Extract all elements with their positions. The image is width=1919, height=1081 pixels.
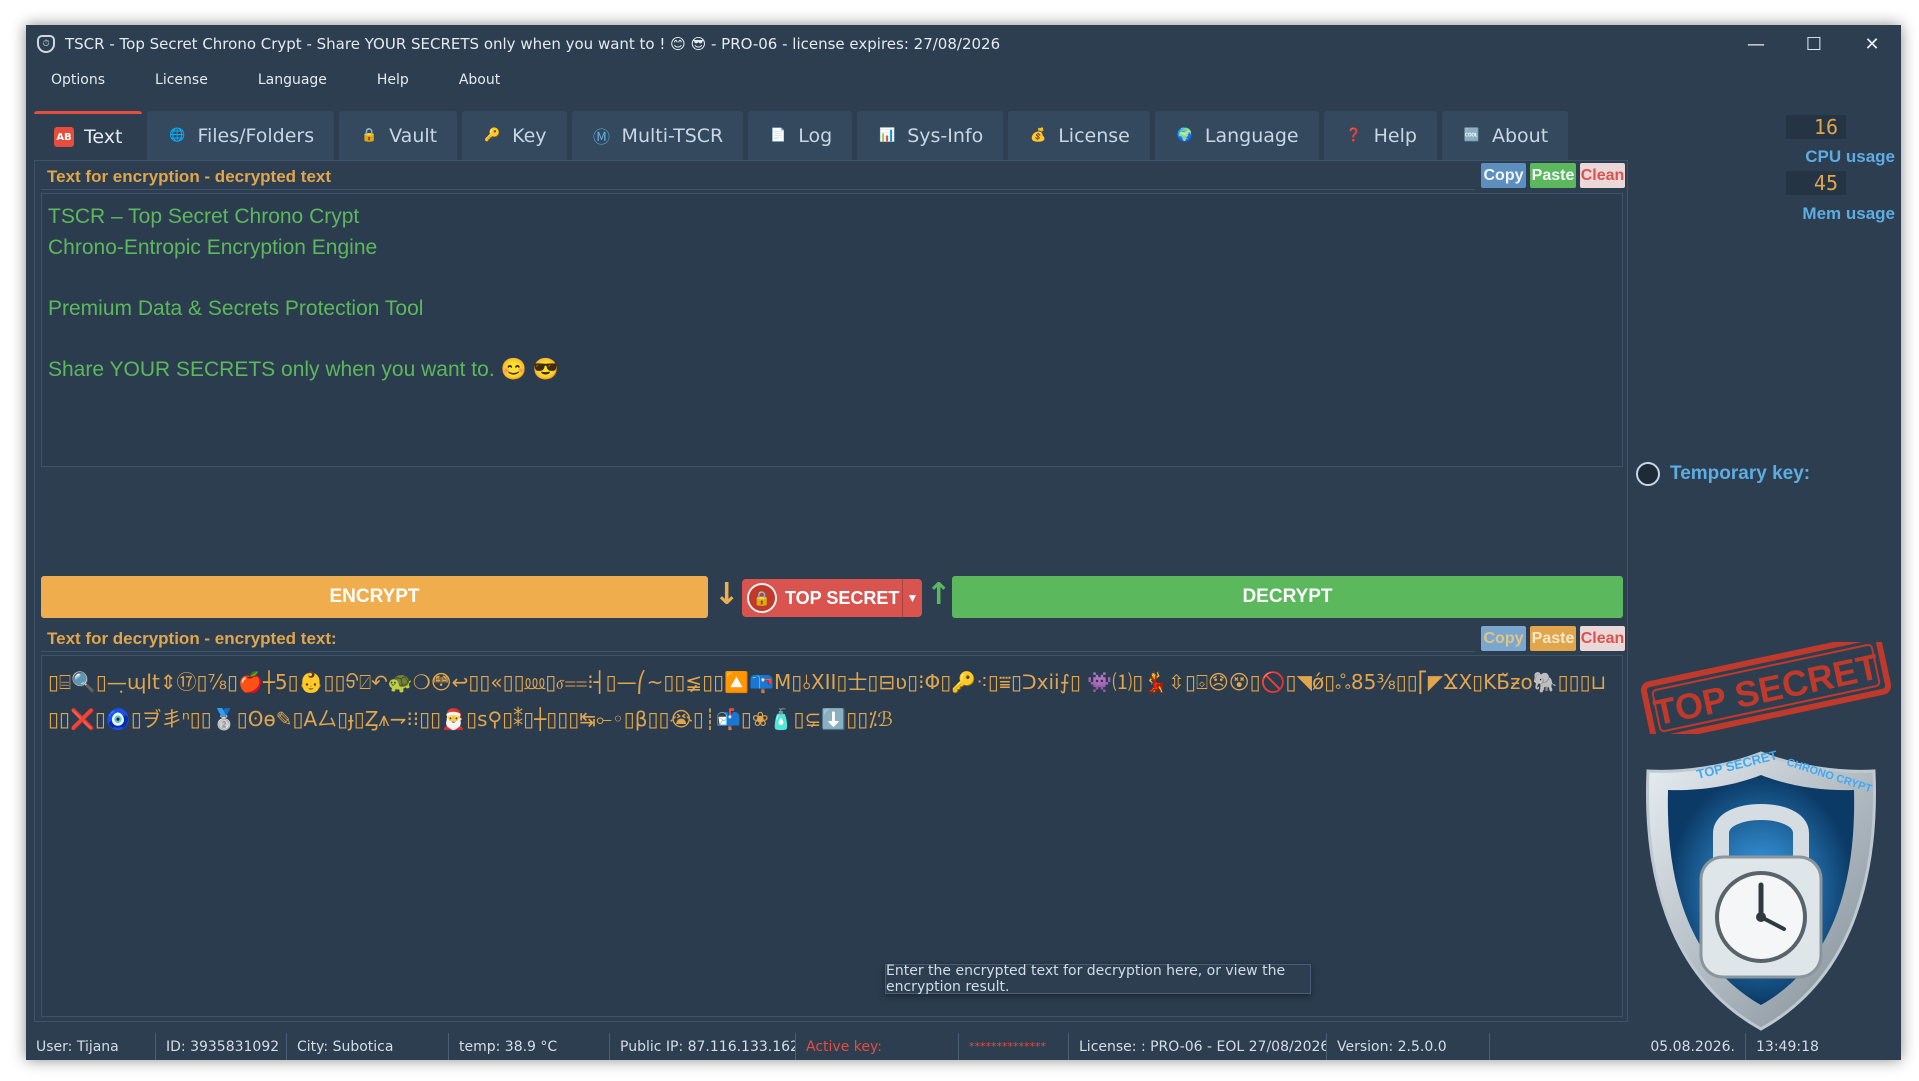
arrow-down-icon: ↓ <box>714 577 740 612</box>
tab-files-folders[interactable]: 🌐 Files/Folders <box>147 111 335 160</box>
tab-label: Files/Folders <box>197 124 315 147</box>
app-window: ⏱ TSCR - Top Secret Chrono Crypt - Share… <box>26 25 1901 1060</box>
tab-language[interactable]: 🌍 Language <box>1154 111 1319 160</box>
status-license: License: : PRO-06 - EOL 27/08/2026 <box>1069 1033 1327 1060</box>
cpu-usage-display: 16 <box>1786 115 1846 139</box>
ciphertext-textarea[interactable]: ▯⌸🔍▯—़ɰlt⇕⑰▯⅞▯🍎┼5▯👶▯▯ᢒ⍁↶🐢❍😳↩▯▯«▯▯⅏▯ⳝ⩵⁝┤▯… <box>41 655 1623 1017</box>
decrypt-button[interactable]: DECRYPT <box>952 576 1623 618</box>
m-circle-icon: Ⓜ <box>593 128 611 148</box>
minimize-button[interactable]: — <box>1727 25 1785 63</box>
tab-label: About <box>1491 124 1549 147</box>
cpu-usage-label: CPU usage <box>1805 147 1895 166</box>
tab-key[interactable]: 🔑 Key <box>462 111 567 160</box>
arrow-up-icon: ↑ <box>926 577 952 612</box>
tab-label: Multi-TSCR <box>621 124 724 147</box>
status-city: City: Subotica <box>287 1033 449 1060</box>
status-active-key-label: Active key: <box>796 1033 959 1060</box>
status-active-key-value: ************** <box>959 1033 1069 1060</box>
license-icon: 💰 <box>1030 128 1047 143</box>
language-icon: 🌍 <box>1176 128 1193 143</box>
text-ab-icon: AB <box>54 127 74 147</box>
clean-ciphertext-button[interactable]: Clean <box>1580 626 1625 651</box>
tab-bar: AB Text 🌐 Files/Folders 🔒 Vault 🔑 Key Ⓜ … <box>34 111 1573 160</box>
copy-ciphertext-button[interactable]: Copy <box>1481 626 1526 651</box>
lock-badge-icon: 🔒 <box>747 583 777 613</box>
tab-label: Language <box>1204 124 1299 147</box>
paste-ciphertext-button[interactable]: Paste <box>1530 626 1576 651</box>
status-user: User: Tijana <box>26 1033 156 1060</box>
clean-plaintext-button[interactable]: Clean <box>1580 163 1625 188</box>
plaintext-textarea[interactable]: TSCR – Top Secret Chrono Crypt Chrono-En… <box>41 193 1623 467</box>
tab-label: Log <box>798 124 833 147</box>
tab-label: Help <box>1373 124 1417 147</box>
menu-bar: Options License Language Help About <box>26 63 1901 97</box>
decrypt-section-label: Text for decryption - encrypted text: <box>47 629 337 648</box>
tab-sys-info[interactable]: 📊 Sys-Info <box>857 111 1004 160</box>
tab-text[interactable]: AB Text <box>34 111 143 160</box>
chart-icon: 📊 <box>879 128 896 143</box>
temporary-key-toggle[interactable]: Temporary key: <box>1636 462 1810 486</box>
top-secret-stamp: TOP SECRET <box>1640 642 1892 734</box>
mem-usage-label: Mem usage <box>1802 204 1895 223</box>
mem-usage-display: 45 <box>1786 171 1846 195</box>
security-mode-value: TOP SECRET <box>785 587 900 608</box>
section-divider <box>41 189 1475 190</box>
tab-about[interactable]: 🆒 About <box>1441 111 1569 160</box>
tab-label: License <box>1058 124 1130 147</box>
chrono-crypt-shield-logo: TOP SECRET CHRONO CRYPT <box>1646 747 1876 1031</box>
temporary-key-radio[interactable] <box>1636 462 1660 486</box>
chevron-down-icon[interactable]: ▼ <box>902 579 922 617</box>
status-bar: User: Tijana ID: 3935831092 City: Suboti… <box>26 1033 1901 1060</box>
tab-label: Text <box>84 126 123 148</box>
maximize-button[interactable]: ☐ <box>1785 25 1843 63</box>
tab-log[interactable]: 📄 Log <box>748 111 853 160</box>
menu-license[interactable]: License <box>130 72 233 88</box>
plaintext-content: TSCR – Top Secret Chrono Crypt Chrono-En… <box>48 205 559 381</box>
menu-options[interactable]: Options <box>26 72 130 88</box>
tab-multi-tscr[interactable]: Ⓜ Multi-TSCR <box>571 111 744 160</box>
menu-language[interactable]: Language <box>233 72 352 88</box>
key-icon: 🔑 <box>484 128 501 143</box>
copy-plaintext-button[interactable]: Copy <box>1481 163 1526 188</box>
tab-help[interactable]: ❓ Help <box>1323 111 1437 160</box>
globe-icon: 🌐 <box>169 128 186 143</box>
title-bar: ⏱ TSCR - Top Secret Chrono Crypt - Share… <box>26 25 1901 63</box>
menu-help[interactable]: Help <box>352 72 434 88</box>
ciphertext-tooltip: Enter the encrypted text for decryption … <box>885 963 1311 995</box>
tab-label: Vault <box>389 124 438 147</box>
security-mode-select[interactable]: 🔒 TOP SECRET ▼ <box>742 579 922 617</box>
right-sidebar: 16 CPU usage 45 Mem usage Temporary key:… <box>1628 97 1901 1060</box>
log-icon: 📄 <box>770 128 787 143</box>
tab-vault[interactable]: 🔒 Vault <box>339 111 458 160</box>
tab-label: Sys-Info <box>907 124 984 147</box>
shield-lock-app-icon: ⏱ <box>37 35 55 53</box>
tab-license[interactable]: 💰 License <box>1008 111 1150 160</box>
section-divider <box>41 651 1475 652</box>
text-tab-panel: Text for encryption - decrypted text Cop… <box>34 160 1628 1022</box>
vault-icon: 🔒 <box>361 128 378 143</box>
encrypt-section-label: Text for encryption - decrypted text <box>47 167 332 186</box>
status-temp: temp: 38.9 °C <box>449 1033 610 1060</box>
status-time: 13:49:18 <box>1756 1038 1819 1055</box>
encrypt-button[interactable]: ENCRYPT <box>41 576 708 618</box>
close-button[interactable]: ✕ <box>1843 25 1901 63</box>
window-title: TSCR - Top Secret Chrono Crypt - Share Y… <box>65 35 1001 53</box>
window-controls: — ☐ ✕ <box>1727 25 1901 63</box>
menu-about[interactable]: About <box>434 72 525 88</box>
tab-label: Key <box>512 124 547 147</box>
status-version: Version: 2.5.0.0 <box>1327 1033 1490 1060</box>
status-id: ID: 3935831092 <box>156 1033 287 1060</box>
about-icon: 🆒 <box>1463 128 1481 143</box>
status-date: 05.08.2026. <box>1490 1033 1746 1060</box>
paste-plaintext-button[interactable]: Paste <box>1530 163 1576 188</box>
temporary-key-label: Temporary key: <box>1670 463 1811 484</box>
help-icon: ❓ <box>1345 128 1362 143</box>
status-public-ip: Public IP: 87.116.133.162 <box>610 1033 796 1060</box>
ciphertext-content: ▯⌸🔍▯—़ɰlt⇕⑰▯⅞▯🍎┼5▯👶▯▯ᢒ⍁↶🐢❍😳↩▯▯«▯▯⅏▯ⳝ⩵⁝┤▯… <box>48 670 1607 731</box>
